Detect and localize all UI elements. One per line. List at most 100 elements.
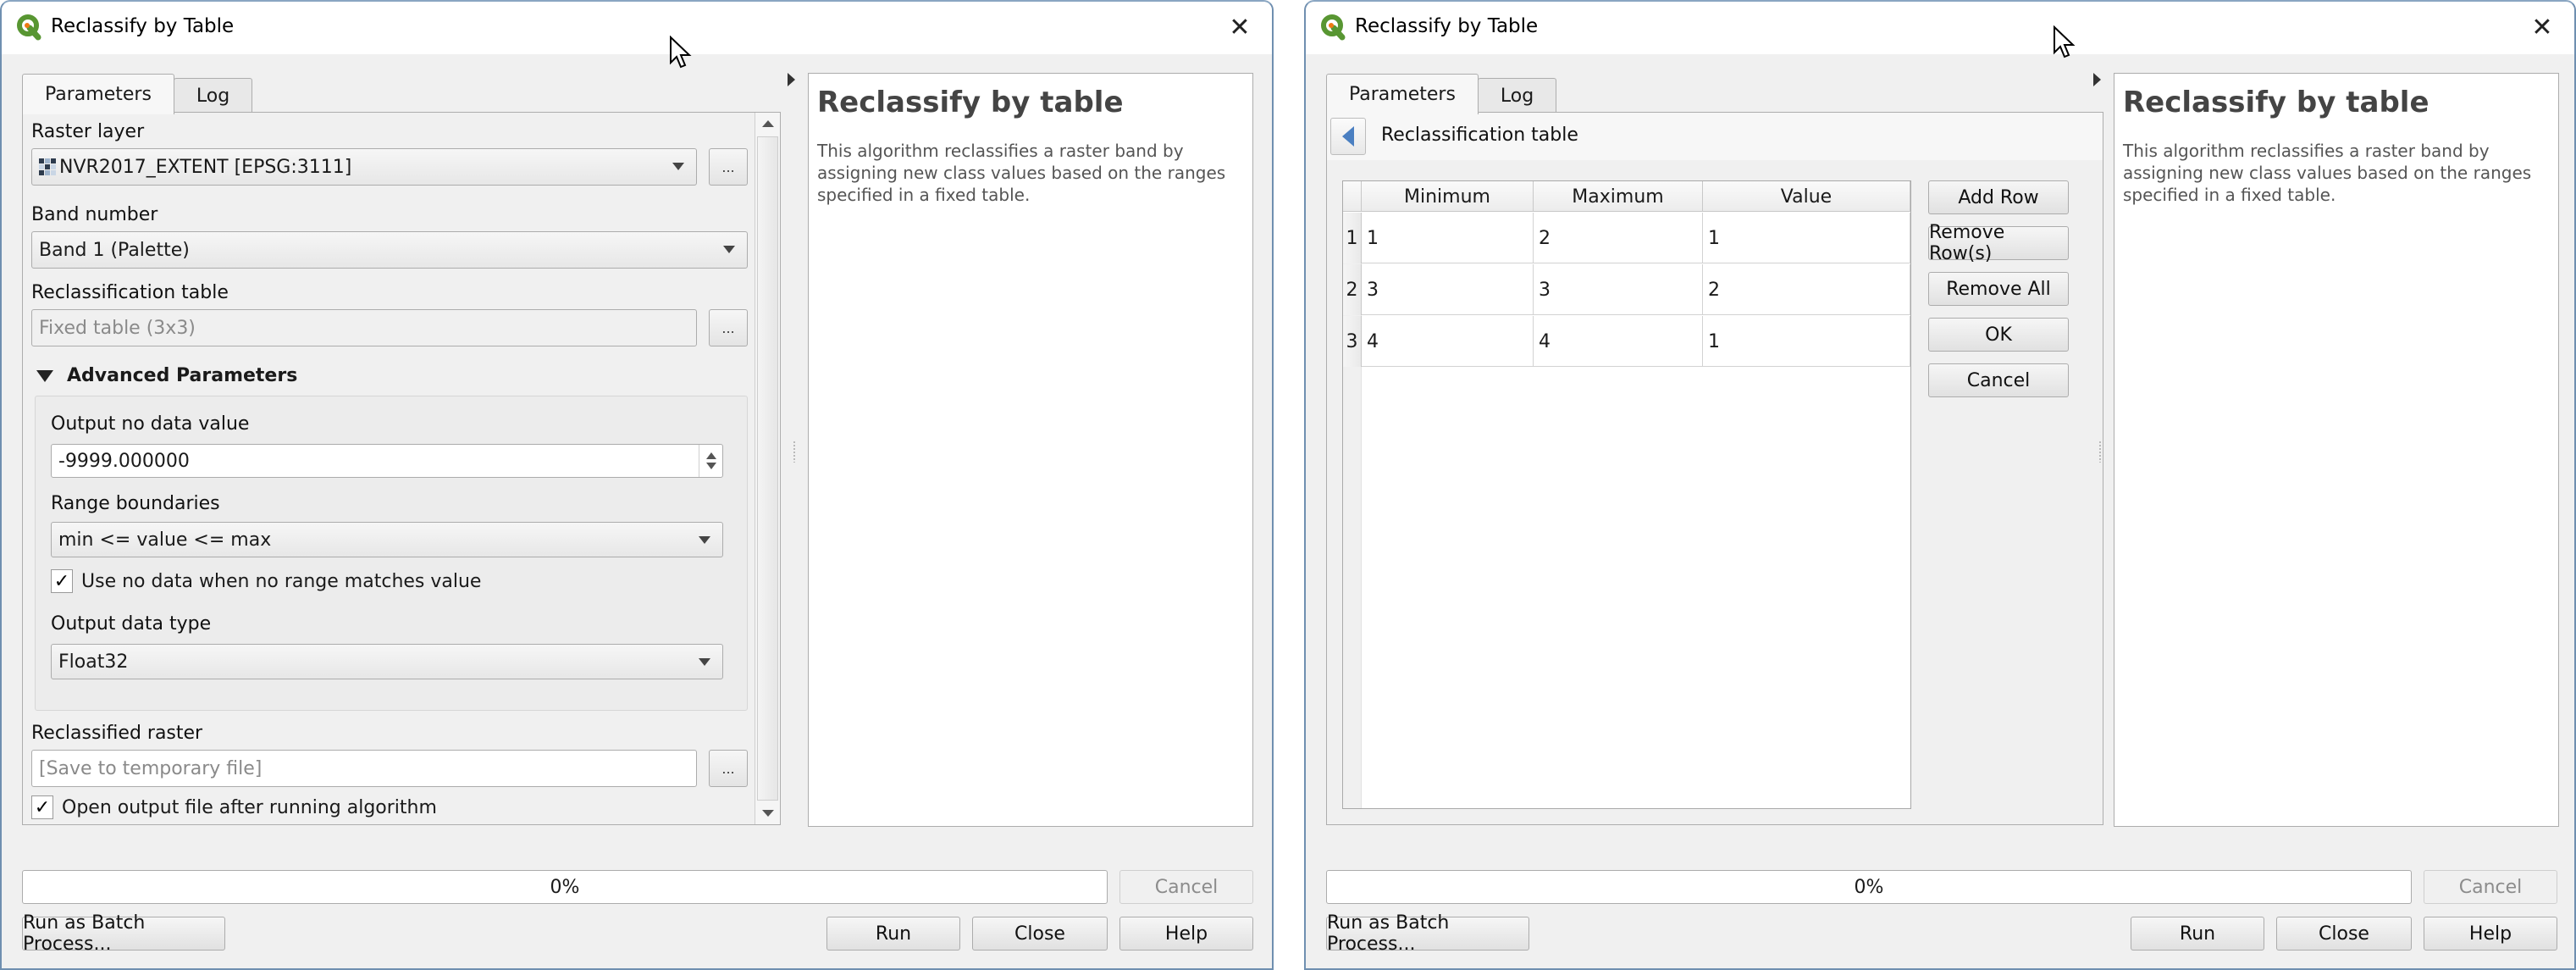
column-header-minimum[interactable]: Minimum: [1362, 181, 1534, 212]
cell-value[interactable]: 2: [1703, 264, 1910, 315]
row-number[interactable]: 2: [1343, 264, 1362, 315]
expand-triangle-icon: [36, 369, 53, 382]
reclass-table-label: Reclassification table: [31, 282, 229, 303]
cell-value[interactable]: 1: [1703, 213, 1910, 263]
ok-button[interactable]: OK: [1928, 318, 2069, 352]
close-window-icon[interactable]: ✕: [1223, 10, 1257, 44]
chevron-down-icon: [699, 658, 710, 666]
reclass-table-field[interactable]: Fixed table (3x3): [31, 309, 697, 346]
qgis-logo-icon: [17, 14, 41, 41]
output-data-type-combo[interactable]: Float32: [51, 644, 723, 679]
column-header-value[interactable]: Value: [1703, 181, 1910, 212]
tab-parameters[interactable]: Parameters: [1326, 74, 1479, 114]
use-nodata-checkbox-row[interactable]: ✓ Use no data when no range matches valu…: [51, 569, 481, 593]
panel-header: Reclassification table: [1327, 113, 2103, 160]
add-row-button[interactable]: Add Row: [1928, 180, 2069, 214]
tab-log[interactable]: Log: [173, 78, 253, 114]
scroll-up-icon: [761, 120, 774, 127]
mouse-cursor-icon: [2054, 25, 2076, 58]
band-number-label: Band number: [31, 204, 158, 225]
spin-up-icon[interactable]: [705, 452, 716, 459]
reclassified-raster-placeholder: [Save to temporary file]: [39, 757, 263, 779]
advanced-parameters-group: Output no data value -9999.000000 Range …: [35, 396, 748, 711]
tab-parameters[interactable]: Parameters: [22, 74, 174, 114]
collapse-description-icon[interactable]: [2093, 73, 2101, 86]
band-number-value: Band 1 (Palette): [39, 239, 190, 261]
nodata-spinbox[interactable]: -9999.000000: [51, 444, 723, 478]
open-output-checkbox[interactable]: ✓: [31, 795, 53, 819]
splitter-handle[interactable]: [2098, 441, 2102, 463]
reclassification-table-panel: Reclassification table Minimum Maximum V…: [1326, 112, 2103, 825]
back-arrow-icon: [1342, 126, 1354, 147]
scroll-down-icon: [761, 810, 774, 817]
remove-all-button[interactable]: Remove All: [1928, 272, 2069, 306]
scrollbar-thumb[interactable]: [757, 136, 778, 801]
cell-minimum[interactable]: 1: [1362, 213, 1534, 263]
scroll-up-button[interactable]: [755, 113, 780, 135]
help-button[interactable]: Help: [1119, 917, 1253, 951]
parameters-panel: Raster layer NVR2017_EXTENT [EPSG:3111] …: [22, 112, 781, 825]
raster-layer-browse-button[interactable]: ...: [709, 148, 748, 186]
spin-down-icon[interactable]: [705, 463, 716, 469]
cell-value[interactable]: 1: [1703, 316, 1910, 367]
cell-maximum[interactable]: 4: [1534, 316, 1703, 367]
back-button[interactable]: [1330, 118, 1366, 155]
title-bar[interactable]: Reclassify by Table ✕: [2, 2, 1272, 54]
parameters-scrollbar[interactable]: [755, 113, 780, 824]
use-nodata-checkbox[interactable]: ✓: [51, 569, 73, 593]
range-boundaries-label: Range boundaries: [51, 493, 220, 514]
tab-bar: Parameters Log: [22, 73, 253, 114]
reclassified-raster-field[interactable]: [Save to temporary file]: [31, 750, 697, 787]
mouse-cursor-icon: [670, 36, 692, 69]
open-output-checkbox-row[interactable]: ✓ Open output file after running algorit…: [31, 795, 437, 819]
cancel-progress-button[interactable]: Cancel: [1119, 870, 1253, 904]
cell-minimum[interactable]: 4: [1362, 316, 1534, 367]
raster-layer-icon: [39, 158, 56, 175]
table-cancel-button[interactable]: Cancel: [1928, 363, 2069, 397]
cell-maximum[interactable]: 2: [1534, 213, 1703, 263]
cancel-progress-button[interactable]: Cancel: [2424, 870, 2557, 904]
cell-maximum[interactable]: 3: [1534, 264, 1703, 315]
band-number-combo[interactable]: Band 1 (Palette): [31, 231, 748, 269]
spin-buttons[interactable]: [699, 445, 722, 477]
table-row: 1 1 2 1: [1343, 213, 1910, 263]
reclassify-dialog-left: Reclassify by Table ✕ Parameters Log Ras…: [0, 0, 1274, 970]
close-button[interactable]: Close: [972, 917, 1108, 951]
description-panel: Reclassify by table This algorithm recla…: [2114, 73, 2559, 827]
progress-bar: 0%: [1326, 870, 2412, 904]
tab-log[interactable]: Log: [1477, 78, 1557, 114]
description-title: Reclassify by table: [2123, 86, 2430, 119]
reclassify-dialog-right: Reclassify by Table ✕ Parameters Log Rec…: [1304, 0, 2576, 970]
description-panel: Reclassify by table This algorithm recla…: [808, 73, 1253, 827]
column-header-maximum[interactable]: Maximum: [1534, 181, 1703, 212]
row-number[interactable]: 3: [1343, 316, 1362, 367]
title-bar[interactable]: Reclassify by Table ✕: [1306, 2, 2574, 54]
output-data-type-value: Float32: [58, 651, 129, 673]
range-boundaries-combo[interactable]: min <= value <= max: [51, 522, 723, 557]
cell-minimum[interactable]: 3: [1362, 264, 1534, 315]
run-button[interactable]: Run: [2131, 917, 2264, 951]
run-as-batch-button[interactable]: Run as Batch Process...: [22, 912, 225, 955]
collapse-description-icon[interactable]: [788, 73, 795, 86]
advanced-parameters-toggle[interactable]: Advanced Parameters: [36, 365, 297, 386]
close-window-icon[interactable]: ✕: [2525, 10, 2559, 44]
nodata-value: -9999.000000: [58, 450, 190, 472]
description-title: Reclassify by table: [817, 86, 1124, 119]
remove-rows-button[interactable]: Remove Row(s): [1928, 222, 2069, 264]
raster-layer-label: Raster layer: [31, 121, 145, 142]
scroll-down-button[interactable]: [755, 802, 780, 824]
table-corner[interactable]: [1343, 181, 1362, 212]
close-button[interactable]: Close: [2276, 917, 2412, 951]
output-file-menu-button[interactable]: ...: [709, 750, 748, 787]
run-button[interactable]: Run: [826, 917, 960, 951]
splitter-handle[interactable]: [793, 441, 796, 463]
run-as-batch-button[interactable]: Run as Batch Process...: [1326, 912, 1529, 955]
reclassification-table: Minimum Maximum Value 1 1 2 1 2 3 3 2 3 …: [1342, 180, 1911, 809]
reclass-table-browse-button[interactable]: ...: [709, 309, 748, 346]
row-number[interactable]: 1: [1343, 213, 1362, 263]
table-row: 2 3 3 2: [1343, 264, 1910, 315]
open-output-label: Open output file after running algorithm: [62, 796, 437, 818]
raster-layer-combo[interactable]: NVR2017_EXTENT [EPSG:3111]: [31, 148, 697, 186]
output-data-type-label: Output data type: [51, 613, 212, 635]
help-button[interactable]: Help: [2424, 917, 2557, 951]
